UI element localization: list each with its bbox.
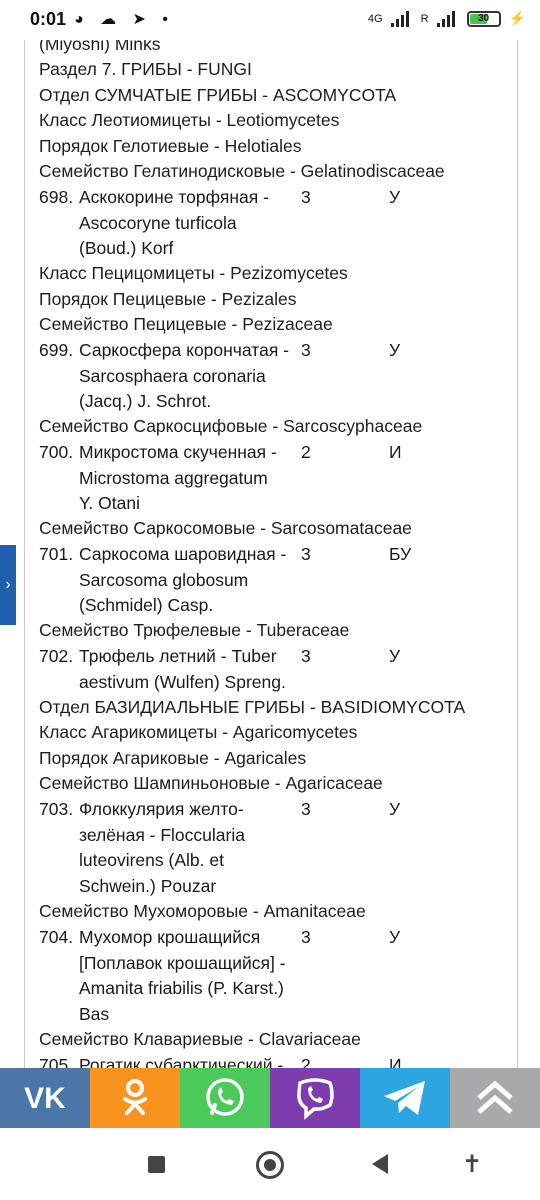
- svg-text:VK: VK: [24, 1083, 66, 1113]
- accessibility-icon[interactable]: ✝: [462, 1150, 482, 1179]
- recent-apps-icon[interactable]: [148, 1156, 165, 1173]
- charging-icon: ⚡: [508, 10, 526, 26]
- entry-category: 3: [301, 927, 311, 947]
- entry-name: Мухомор крошащийся [Поплавок крошащийся] …: [79, 927, 286, 1024]
- family-header: Семейство Саркосомовые - Sarcosomataceae: [39, 518, 412, 538]
- share-viber-button[interactable]: [270, 1068, 360, 1128]
- family-header: Семейство Гелатинодисковые - Gelatinodis…: [39, 161, 445, 181]
- signal-icon-2: [436, 10, 459, 27]
- division-header: Отдел СУМЧАТЫЕ ГРИБЫ - ASCOMYCOTA: [39, 85, 397, 105]
- entry-name: Аскокорине торфяная - Ascocoryne turficol…: [79, 187, 269, 258]
- partial-line: (Miyoshi) Minks: [39, 40, 161, 54]
- class-header: Класс Леотиомицеты - Leotiomycetes: [39, 110, 340, 130]
- double-chevron-up-icon: [477, 1080, 513, 1114]
- signal-icon: [390, 10, 413, 27]
- share-whatsapp-button[interactable]: [180, 1068, 270, 1128]
- division-header: Отдел БАЗИДИАЛЬНЫЕ ГРИБЫ - BASIDIOMYCOTA: [39, 697, 466, 717]
- viber-icon: [297, 1078, 334, 1120]
- notification-icons: ◕ ☁ ➤ •: [74, 11, 175, 28]
- scroll-to-top-button[interactable]: [450, 1068, 540, 1128]
- status-bar: 0:01 ◕ ☁ ➤ • 4G R 30 ⚡: [0, 0, 540, 40]
- entry-category: 3: [301, 544, 311, 564]
- section-header: Раздел 7. ГРИБЫ - FUNGI: [39, 59, 252, 79]
- family-header: Семейство Мухоморовые - Amanitaceae: [39, 901, 366, 921]
- entry-status: У: [389, 187, 401, 207]
- entry-number: 704.: [39, 927, 74, 947]
- battery-icon: 30: [466, 10, 501, 27]
- share-bar: VK: [0, 1068, 540, 1128]
- entry-category: 2: [301, 442, 311, 462]
- share-ok-button[interactable]: [90, 1068, 180, 1128]
- telegram-icon: [384, 1081, 425, 1115]
- order-header: Порядок Агариковые - Agaricales: [39, 748, 307, 768]
- chevron-right-icon: ›: [5, 576, 11, 593]
- family-header: Семейство Трюфелевые - Tuberaceae: [39, 620, 350, 640]
- entry-status: У: [389, 927, 401, 947]
- entry-status: У: [389, 340, 401, 360]
- family-header: Семейство Клавариевые - Clavariaceae: [39, 1029, 361, 1049]
- vk-icon: VK: [24, 1083, 66, 1113]
- entry-name: Саркосома шаровидная - Sarcosoma globosum…: [79, 544, 287, 615]
- family-header: Семейство Пецицевые - Pezizaceae: [39, 314, 333, 334]
- entry-category: 3: [301, 799, 311, 819]
- battery-level: 30: [478, 13, 490, 24]
- document-page: (Miyoshi) Minks Раздел 7. ГРИБЫ - FUNGI …: [24, 40, 518, 1070]
- entry-number: 700.: [39, 442, 74, 462]
- entry-number: 703.: [39, 799, 74, 819]
- entry-number: 702.: [39, 646, 74, 666]
- class-header: Класс Пецицомицеты - Pezizomycetes: [39, 263, 348, 283]
- entry-category: 3: [301, 646, 311, 666]
- odnoklassniki-icon: [123, 1079, 147, 1115]
- entry-status: У: [389, 646, 401, 666]
- share-vk-button[interactable]: VK: [0, 1068, 90, 1128]
- order-header: Порядок Пецицевые - Pezizales: [39, 289, 297, 309]
- network-roaming-label: R: [420, 12, 429, 25]
- home-icon[interactable]: [256, 1151, 284, 1179]
- entry-number: 699.: [39, 340, 74, 360]
- entry-number: 698.: [39, 187, 74, 207]
- entry-status: И: [389, 442, 402, 462]
- entry-status: БУ: [389, 544, 412, 564]
- status-right: 4G R 30 ⚡: [368, 10, 526, 27]
- entry-name: Трюфель летний - Tuber aestivum (Wulfen) …: [79, 646, 286, 692]
- family-header: Семейство Саркосцифовые - Sarcoscyphacea…: [39, 416, 423, 436]
- side-panel-toggle[interactable]: ›: [0, 545, 16, 625]
- family-header: Семейство Шампиньоновые - Agaricaceae: [39, 773, 383, 793]
- whatsapp-icon: [206, 1078, 244, 1116]
- status-time: 0:01: [30, 9, 67, 29]
- entry-name: Флоккулярия желто-зелёная - Floccularia l…: [79, 799, 245, 896]
- entry-name: Саркосфера корончатая - Sarcosphaera coro…: [79, 340, 289, 411]
- entry-status: У: [389, 799, 401, 819]
- entry-number: 701.: [39, 544, 74, 564]
- network-4g-label: 4G: [367, 12, 383, 25]
- back-icon[interactable]: [372, 1154, 388, 1174]
- entry-category: 3: [301, 187, 311, 207]
- share-telegram-button[interactable]: [360, 1068, 450, 1128]
- entry-name: Микростома скученная - Microstoma aggrega…: [79, 442, 277, 513]
- entry-category: 3: [301, 340, 311, 360]
- order-header: Порядок Гелотиевые - Helotiales: [39, 136, 302, 156]
- class-header: Класс Агарикомицеты - Agaricomycetes: [39, 722, 358, 742]
